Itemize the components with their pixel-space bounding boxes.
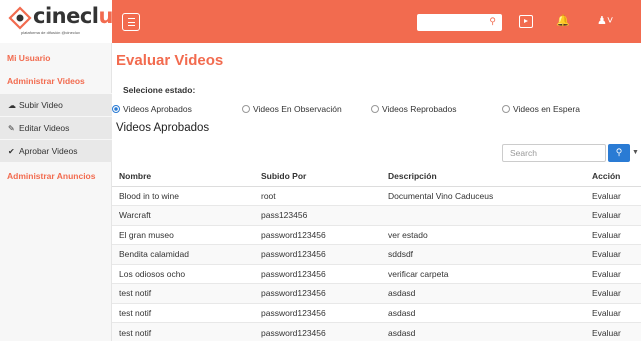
brand-name: cinecluv [33, 4, 127, 28]
top-search-input[interactable]: ⚲ [417, 14, 502, 31]
cell-nombre: test notif [112, 322, 254, 341]
cell-descripcion [381, 205, 585, 225]
cell-descripcion: asdasd [381, 322, 585, 341]
cell-subido-por: password123456 [254, 283, 381, 303]
table-row: Bendita calamidad password123456 sddsdf … [112, 244, 641, 264]
table-row: test notif password123456 asdasd Evaluar [112, 322, 641, 341]
chevron-down-icon[interactable]: ▼ [632, 149, 639, 156]
radio-videos-en-observacion[interactable]: Videos En Observación [242, 104, 342, 114]
bell-icon[interactable]: 🔔 [556, 14, 570, 27]
radio-videos-reprobados[interactable]: Videos Reprobados [371, 104, 457, 114]
table-search-input[interactable] [503, 145, 605, 161]
sidebar-item-label: Editar Videos [19, 123, 70, 133]
user-icon[interactable]: ♟˅ [597, 14, 613, 27]
upload-icon: ☁ [8, 101, 16, 110]
table-row: Warcraft pass123456 Evaluar [112, 205, 641, 225]
evaluar-link[interactable]: Evaluar [585, 224, 641, 245]
column-header-nombre[interactable]: Nombre [112, 167, 254, 187]
radio-unselected-icon[interactable] [371, 105, 379, 113]
radio-label: Videos Aprobados [123, 104, 192, 114]
cell-descripcion: sddsdf [381, 244, 585, 264]
cell-nombre: Bendita calamidad [112, 244, 254, 264]
sidebar-item-mi-usuario[interactable]: Mi Usuario [0, 53, 112, 63]
table-header-row: Nombre Subido Por Descripción Acción [112, 167, 641, 187]
cell-subido-por: password123456 [254, 302, 381, 323]
column-header-accion: Acción [585, 167, 641, 187]
top-navbar: cinecluv plataforma de difusión @cineclu… [0, 0, 641, 43]
sidebar-item-administrar-videos[interactable]: Administrar Videos [0, 76, 112, 86]
radio-label: Videos Reprobados [382, 104, 457, 114]
brand-tagline: plataforma de difusión @cinecluv [21, 30, 80, 35]
cell-subido-por: password123456 [254, 224, 381, 245]
sidebar-item-aprobar-videos[interactable]: ✔ Aprobar Videos [0, 139, 112, 162]
logo-mark-icon [8, 6, 32, 30]
evaluar-link[interactable]: Evaluar [585, 302, 641, 323]
section-subtitle: Videos Aprobados [116, 122, 210, 134]
radio-selected-icon[interactable] [112, 105, 120, 113]
column-header-descripcion[interactable]: Descripción [381, 167, 585, 187]
table-row: Los odiosos ocho password123456 verifica… [112, 263, 641, 284]
cell-nombre: Blood in to wine [112, 185, 254, 206]
column-header-subido-por[interactable]: Subido Por [254, 167, 381, 187]
cell-nombre: test notif [112, 283, 254, 303]
pencil-icon: ✎ [8, 124, 15, 133]
cell-descripcion: ver estado [381, 224, 585, 245]
sidebar-item-label: Subir Video [19, 100, 63, 110]
evaluar-link[interactable]: Evaluar [585, 322, 641, 341]
cell-descripcion: Documental Vino Caduceus [381, 185, 585, 206]
cell-nombre: Warcraft [112, 205, 254, 225]
table-row: test notif password123456 asdasd Evaluar [112, 302, 641, 323]
cell-descripcion: asdasd [381, 283, 585, 303]
page-title: Evaluar Videos [116, 52, 224, 69]
cell-nombre: El gran museo [112, 224, 254, 245]
table-row: Blood in to wine root Documental Vino Ca… [112, 185, 641, 206]
evaluar-link[interactable]: Evaluar [585, 263, 641, 284]
search-icon: ⚲ [615, 147, 623, 157]
cell-subido-por: pass123456 [254, 205, 381, 225]
radio-videos-aprobados[interactable]: Videos Aprobados [112, 104, 192, 114]
table-search-button[interactable]: ⚲ [608, 144, 630, 162]
cell-subido-por: root [254, 185, 381, 206]
radio-label: Videos En Observación [253, 104, 342, 114]
cell-nombre: test notif [112, 302, 254, 323]
cell-descripcion: asdasd [381, 302, 585, 323]
cell-nombre: Los odiosos ocho [112, 263, 254, 284]
brand-logo[interactable]: cinecluv plataforma de difusión @cineclu… [0, 0, 127, 43]
video-icon[interactable] [519, 15, 533, 28]
table-row: test notif password123456 asdasd Evaluar [112, 283, 641, 303]
cell-subido-por: password123456 [254, 263, 381, 284]
radio-unselected-icon[interactable] [242, 105, 250, 113]
sidebar-item-administrar-anuncios[interactable]: Administrar Anuncios [0, 171, 112, 181]
table-search-box [502, 144, 606, 162]
cell-subido-por: password123456 [254, 322, 381, 341]
radio-videos-en-espera[interactable]: Videos en Espera [502, 104, 580, 114]
evaluar-link[interactable]: Evaluar [585, 244, 641, 264]
radio-label: Videos en Espera [513, 104, 580, 114]
state-label: Selecione estado: [123, 85, 196, 95]
menu-toggle-button[interactable] [122, 13, 140, 31]
check-icon: ✔ [8, 147, 15, 156]
sidebar-item-subir-video[interactable]: ☁ Subir Video [0, 93, 112, 116]
sidebar-item-label: Aprobar Videos [19, 146, 78, 156]
sidebar-item-editar-videos[interactable]: ✎ Editar Videos [0, 116, 112, 139]
sidebar: Mi Usuario Administrar Videos ☁ Subir Vid… [0, 43, 112, 341]
table-row: El gran museo password123456 ver estado … [112, 224, 641, 245]
search-icon[interactable]: ⚲ [489, 16, 496, 27]
cell-subido-por: password123456 [254, 244, 381, 264]
evaluar-link[interactable]: Evaluar [585, 283, 641, 303]
evaluar-link[interactable]: Evaluar [585, 205, 641, 225]
cell-descripcion: verificar carpeta [381, 263, 585, 284]
radio-unselected-icon[interactable] [502, 105, 510, 113]
videos-table: Nombre Subido Por Descripción Acción Blo… [112, 167, 641, 341]
evaluar-link[interactable]: Evaluar [585, 185, 641, 206]
